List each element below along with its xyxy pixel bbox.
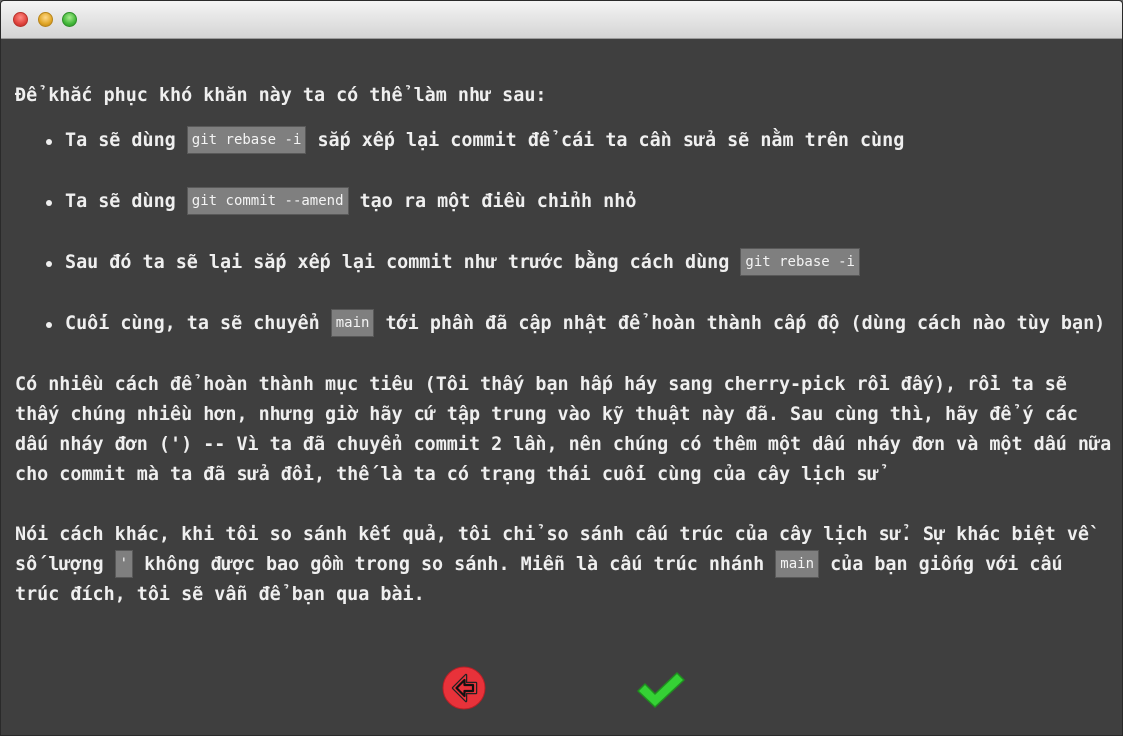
list-item: Cuối cùng, ta sẽ chuyển main tới phần đã… (15, 309, 1115, 339)
code-snippet: git commit --amend (186, 187, 349, 215)
paragraph-line: Có nhiều cách để hoàn thành mục tiêu (Tô… (15, 374, 1067, 395)
step-text: sắp xếp lại commit để cái ta cần sửa sẽ … (306, 130, 905, 151)
title-bar[interactable] (1, 1, 1122, 39)
paragraph-line: Nói cách khác, khi tôi so sánh kết quả, … (15, 524, 1089, 545)
paragraph-line: không được bao gồm trong so sánh. Miễn l… (133, 554, 776, 575)
paragraph-line: số lượng (15, 554, 115, 575)
paragraph-line: trúc đích, tôi sẽ vẫn để bạn qua bài. (15, 584, 425, 605)
done-button[interactable] (635, 671, 687, 709)
code-snippet: git rebase -i (740, 248, 860, 276)
comparison-paragraph: Nói cách khác, khi tôi so sánh kết quả, … (15, 520, 1115, 610)
paragraph-line: dấu nháy đơn (') -- Vì ta đã chuyển comm… (15, 434, 1112, 455)
code-snippet: git rebase -i (186, 126, 307, 154)
paragraph-line: của bạn giống với cấu (819, 554, 1063, 575)
step-text: tạo ra một điều chỉnh nhỏ (348, 191, 637, 212)
step-text: Ta sẽ dùng (65, 191, 187, 212)
step-text: tới phần đã cập nhật để hoàn thành cấp đ… (374, 313, 1106, 334)
check-icon (637, 672, 685, 708)
list-item: Sau đó ta sẽ lại sắp xếp lại commit như … (15, 248, 1115, 278)
code-snippet: main (330, 309, 375, 337)
dialog-content: Để khắc phục khó khăn này ta có thể làm … (15, 81, 1115, 610)
code-snippet: main (775, 550, 819, 578)
dialog-window: Để khắc phục khó khăn này ta có thể làm … (0, 0, 1123, 736)
window-close-button[interactable] (13, 12, 28, 27)
step-text: Sau đó ta sẽ lại sắp xếp lại commit như … (65, 252, 741, 273)
arrow-left-circle-icon (442, 666, 486, 710)
paragraph-line: cho commit mà ta đã sửa đổi, thế là ta c… (15, 464, 879, 485)
window-minimize-button[interactable] (38, 12, 53, 27)
steps-list: Ta sẽ dùng git rebase -i sắp xếp lại com… (15, 126, 1115, 339)
window-zoom-button[interactable] (62, 12, 77, 27)
code-snippet: ' (114, 550, 134, 578)
step-text: Cuối cùng, ta sẽ chuyển (65, 313, 331, 334)
explanation-paragraph: Có nhiều cách để hoàn thành mục tiêu (Tô… (15, 370, 1115, 490)
intro-text: Để khắc phục khó khăn này ta có thể làm … (15, 85, 547, 106)
paragraph-line: thấy chúng nhiều hơn, nhưng giờ hãy cứ t… (15, 404, 1078, 425)
back-button[interactable] (442, 666, 486, 710)
step-text: Ta sẽ dùng (65, 130, 187, 151)
list-item: Ta sẽ dùng git commit --amend tạo ra một… (15, 187, 1115, 217)
list-item: Ta sẽ dùng git rebase -i sắp xếp lại com… (15, 126, 1115, 156)
